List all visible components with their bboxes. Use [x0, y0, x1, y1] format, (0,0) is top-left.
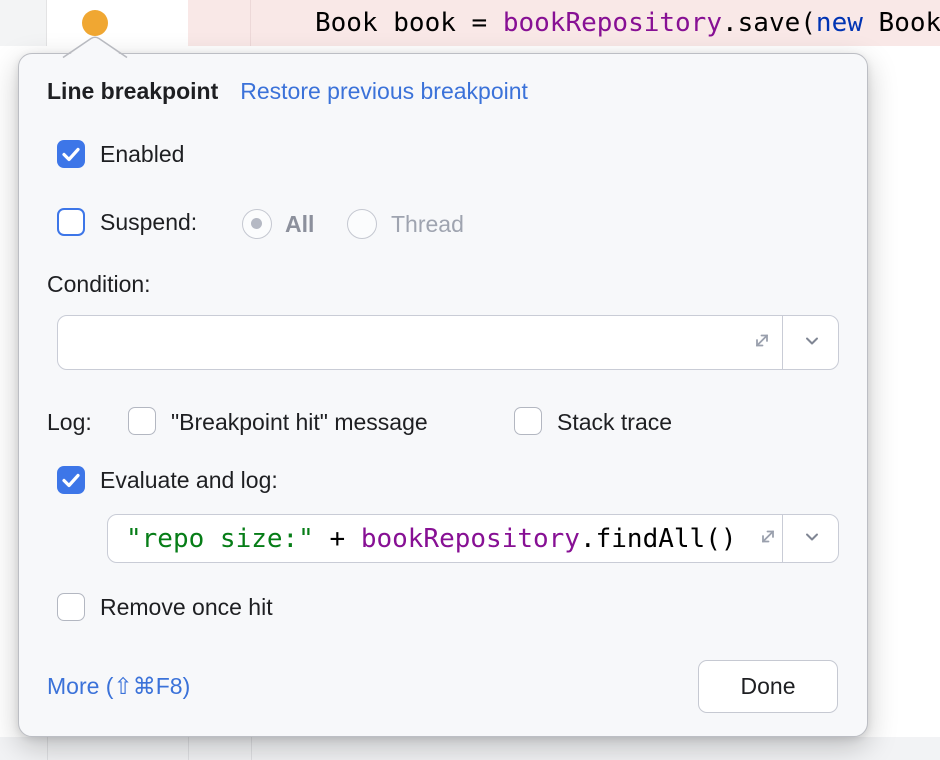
check-icon [57, 140, 85, 168]
expand-icon[interactable] [750, 328, 774, 357]
editor-bottom-strip [0, 737, 940, 760]
breakpoint-popup: Line breakpoint Restore previous breakpo… [18, 53, 868, 737]
editor-gutter [0, 0, 47, 46]
suspend-thread-label: Thread [391, 210, 464, 238]
stack-trace-checkbox[interactable] [514, 407, 542, 435]
popup-callout-arrow [60, 35, 130, 59]
chevron-down-icon[interactable] [800, 328, 824, 357]
popup-title: Line breakpoint [47, 78, 218, 105]
enabled-label: Enabled [100, 140, 184, 168]
evaluate-expression-input[interactable]: "repo size:" + bookRepository.findAll() [107, 514, 839, 563]
breakpoint-icon[interactable] [82, 10, 108, 36]
expand-icon[interactable] [756, 524, 780, 553]
breakpoint-hit-message-label: "Breakpoint hit" message [171, 408, 428, 436]
condition-input[interactable] [57, 315, 839, 370]
suspend-thread-radio[interactable] [347, 209, 377, 239]
done-button[interactable]: Done [698, 660, 838, 713]
code-line: Book book = bookRepository.save(new Book [315, 0, 940, 46]
check-icon [57, 466, 85, 494]
stack-trace-label: Stack trace [557, 408, 672, 436]
remove-once-hit-label: Remove once hit [100, 593, 273, 621]
log-label: Log: [47, 408, 92, 436]
evaluate-expression-value: "repo size:" + bookRepository.findAll() [126, 515, 737, 562]
evaluate-and-log-label: Evaluate and log: [100, 466, 278, 494]
chevron-down-icon[interactable] [800, 524, 824, 553]
suspend-label: Suspend: [100, 208, 197, 236]
suspend-checkbox[interactable] [57, 208, 85, 236]
enabled-checkbox[interactable] [57, 140, 85, 168]
evaluate-and-log-checkbox[interactable] [57, 466, 85, 494]
breakpoint-hit-message-checkbox[interactable] [128, 407, 156, 435]
editor-top-strip: Book book = bookRepository.save(new Book [0, 0, 940, 46]
suspend-all-radio[interactable] [242, 209, 272, 239]
more-link[interactable]: More (⇧⌘F8) [47, 672, 190, 700]
ide-screen: Book book = bookRepository.save(new Book… [0, 0, 940, 760]
restore-previous-breakpoint-link[interactable]: Restore previous breakpoint [240, 78, 528, 105]
condition-label: Condition: [47, 270, 151, 298]
suspend-all-label: All [285, 210, 314, 238]
remove-once-hit-checkbox[interactable] [57, 593, 85, 621]
